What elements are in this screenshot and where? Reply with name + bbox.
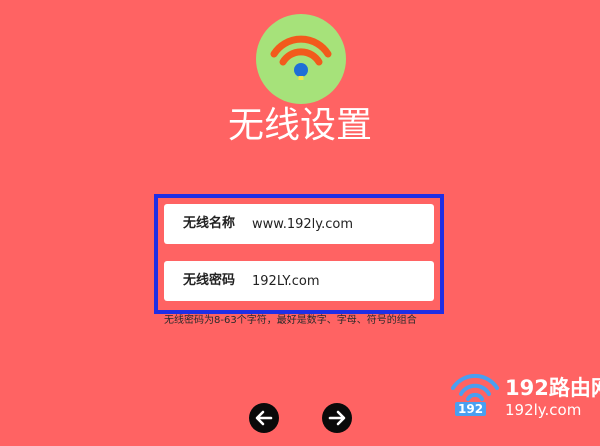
ssid-input[interactable] [252, 211, 422, 237]
watermark-brand: 192路由网 [505, 376, 600, 400]
watermark: 192路由网 192 192ly.com [445, 366, 600, 426]
wifi-icon [270, 35, 332, 80]
arrow-right-icon [328, 410, 346, 426]
watermark-number: 192 [455, 402, 487, 416]
watermark-wifi-icon [451, 373, 499, 401]
password-input[interactable] [252, 268, 422, 294]
next-button[interactable] [322, 403, 352, 433]
back-button[interactable] [249, 403, 279, 433]
password-hint: 无线密码为8-63个字符，最好是数字、字母、符号的组合 [164, 315, 417, 326]
wifi-badge [256, 14, 346, 104]
page-title: 无线设置 [227, 105, 372, 146]
password-label: 无线密码 [183, 273, 236, 288]
watermark-url: 192ly.com [505, 401, 582, 419]
password-row: 无线密码 [164, 261, 434, 301]
ssid-label: 无线名称 [183, 216, 236, 231]
arrow-left-icon [255, 410, 273, 426]
ssid-row: 无线名称 [164, 204, 434, 244]
